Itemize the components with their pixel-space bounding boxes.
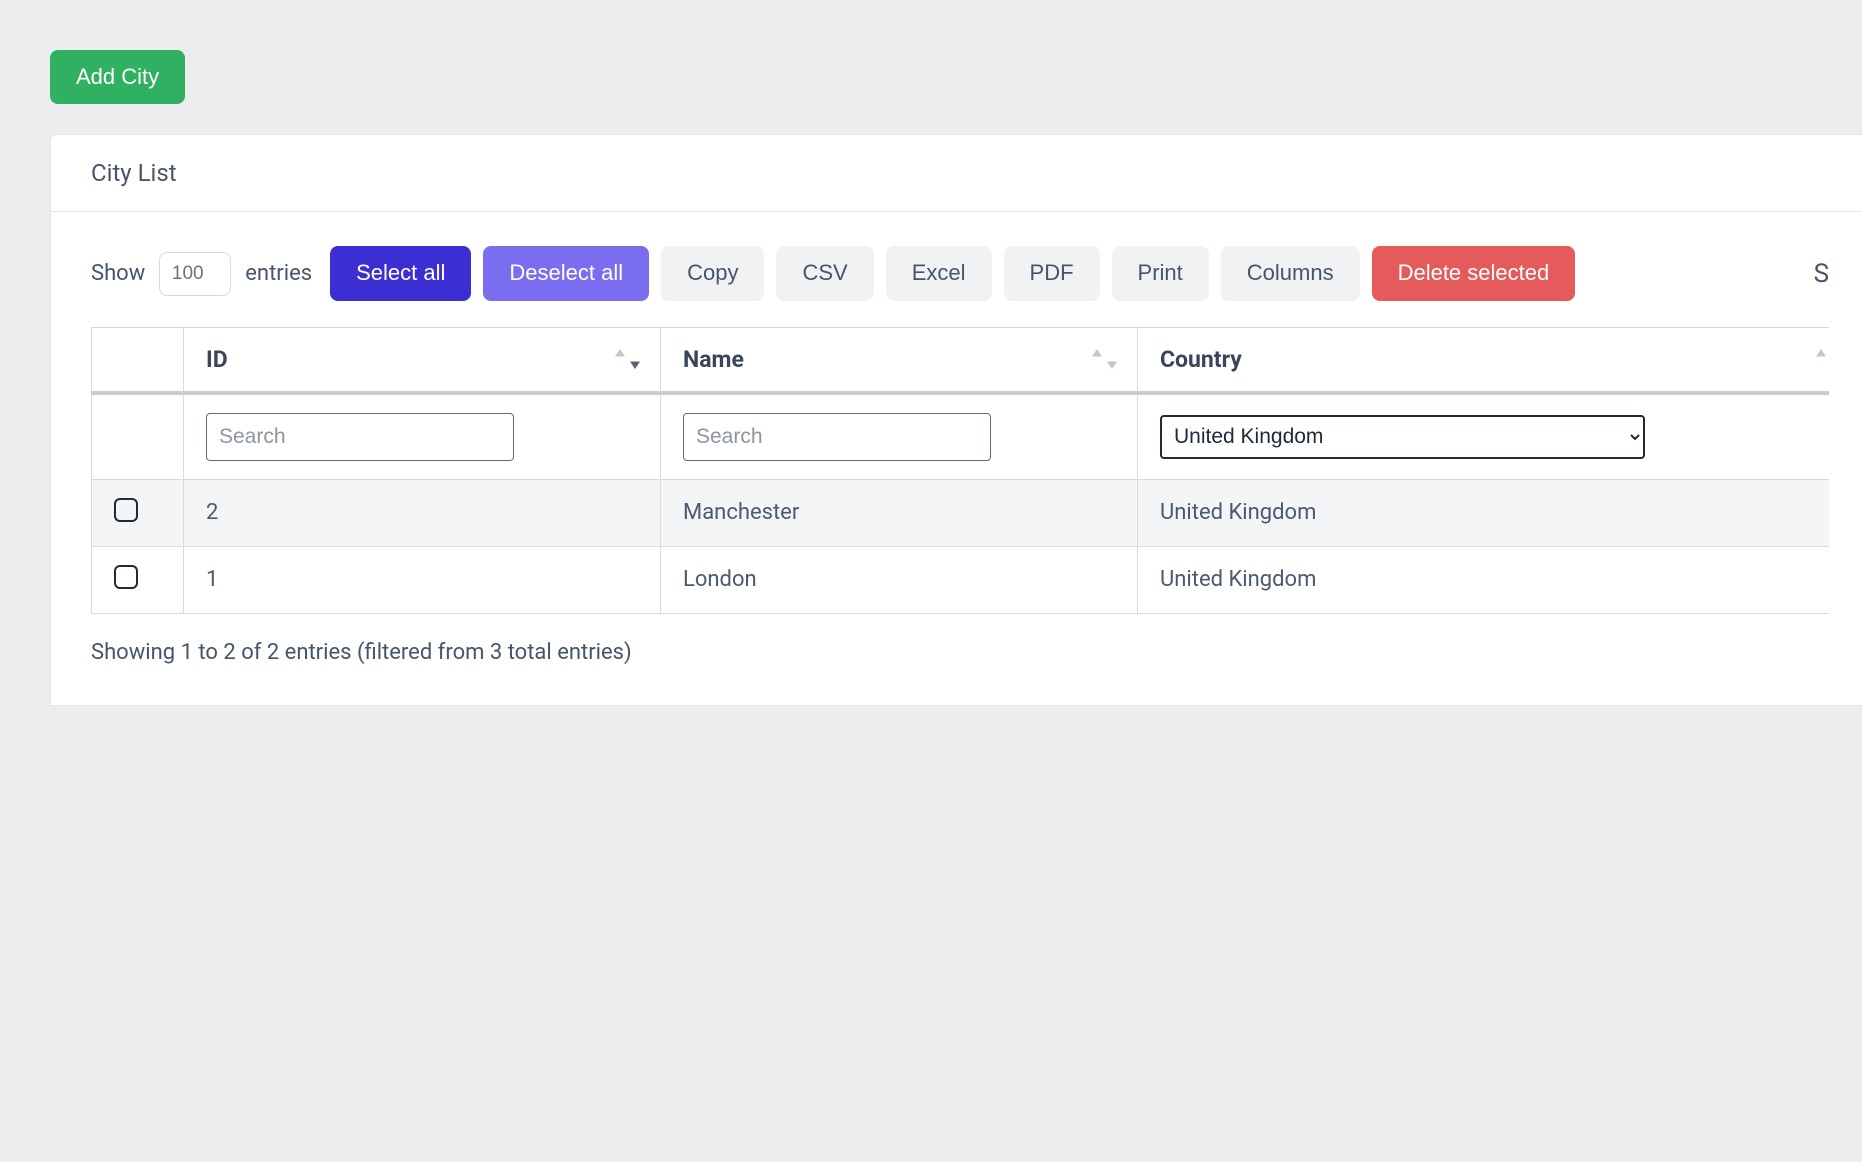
- show-label: Show: [91, 261, 145, 286]
- entries-input[interactable]: [159, 252, 231, 296]
- cell-id: 2: [184, 479, 661, 546]
- row-checkbox[interactable]: [114, 498, 138, 522]
- sort-icon: [613, 349, 642, 369]
- delete-selected-button[interactable]: Delete selected: [1372, 246, 1576, 300]
- truncated-control: S: [1814, 259, 1829, 289]
- table-controls: Show entries Select all Deselect all Cop…: [91, 246, 1829, 300]
- copy-button[interactable]: Copy: [661, 246, 764, 300]
- table-row: 1 London United Kingdom: [92, 546, 1830, 613]
- pdf-button[interactable]: PDF: [1004, 246, 1100, 300]
- city-table: ID Name: [91, 327, 1829, 614]
- entries-label: entries: [245, 261, 312, 286]
- deselect-all-button[interactable]: Deselect all: [483, 246, 649, 300]
- add-city-button[interactable]: Add City: [50, 50, 185, 104]
- print-button[interactable]: Print: [1112, 246, 1209, 300]
- table-info-text: Showing 1 to 2 of 2 entries (filtered fr…: [91, 640, 1829, 665]
- select-all-button[interactable]: Select all: [330, 246, 471, 300]
- row-checkbox[interactable]: [114, 565, 138, 589]
- cell-id: 1: [184, 546, 661, 613]
- filter-row: United Kingdom: [92, 393, 1830, 480]
- cell-country: United Kingdom: [1138, 546, 1830, 613]
- filter-country-select[interactable]: United Kingdom: [1160, 415, 1645, 459]
- filter-id-input[interactable]: [206, 413, 514, 461]
- column-header-country[interactable]: Country: [1138, 327, 1830, 393]
- card-title: City List: [51, 135, 1862, 212]
- column-header-id[interactable]: ID: [184, 327, 661, 393]
- city-list-card: City List Show entries Select all Desele…: [50, 134, 1862, 705]
- cell-name: Manchester: [661, 479, 1138, 546]
- cell-country: United Kingdom: [1138, 479, 1830, 546]
- column-header-country-label: Country: [1160, 346, 1242, 373]
- sort-icon: [1090, 349, 1119, 369]
- column-header-name[interactable]: Name: [661, 327, 1138, 393]
- cell-name: London: [661, 546, 1138, 613]
- excel-button[interactable]: Excel: [886, 246, 992, 300]
- csv-button[interactable]: CSV: [776, 246, 873, 300]
- column-header-name-label: Name: [683, 346, 744, 373]
- column-header-checkbox[interactable]: [92, 327, 184, 393]
- columns-button[interactable]: Columns: [1221, 246, 1360, 300]
- filter-name-input[interactable]: [683, 413, 991, 461]
- sort-icon: [1814, 349, 1829, 369]
- column-header-id-label: ID: [206, 346, 228, 373]
- table-row: 2 Manchester United Kingdom: [92, 479, 1830, 546]
